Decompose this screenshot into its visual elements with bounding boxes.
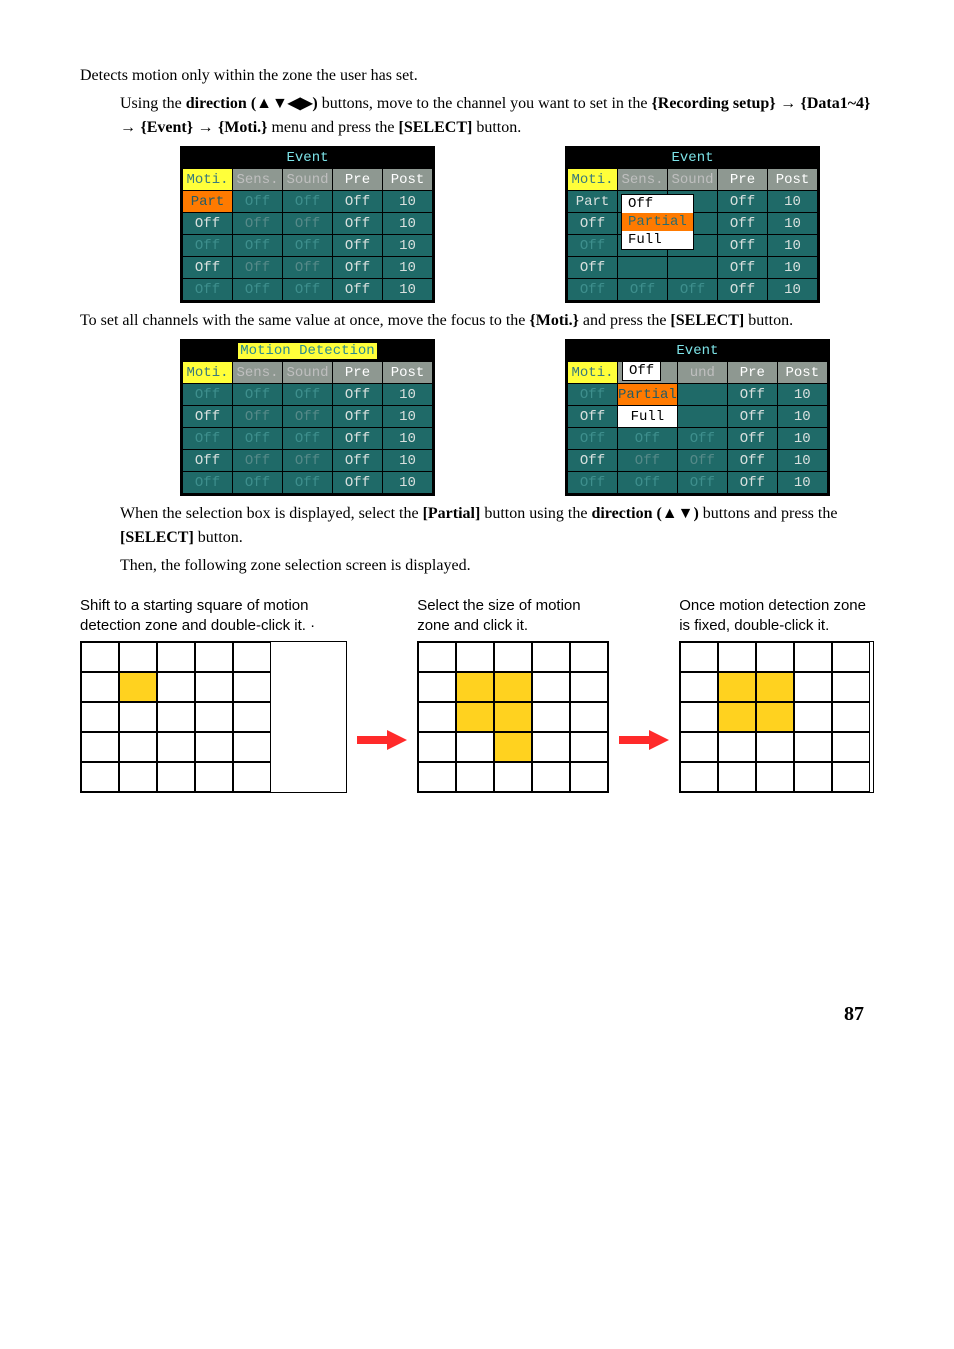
zone-caption-3: Once motion detection zone is fixed, dou… [679, 596, 874, 635]
zone-block-3: Once motion detection zone is fixed, dou… [679, 596, 874, 793]
event-table-right-2: Event Moti. und Pre Post OffPartialOff10… [565, 339, 830, 496]
col-post: Post [777, 362, 827, 384]
table-title: Event [567, 148, 818, 168]
cell: 10 [383, 191, 433, 213]
col-sound: Sound [668, 169, 718, 191]
cell: Off [183, 213, 233, 235]
col-sound: Sound [283, 169, 333, 191]
cell: Off [333, 235, 383, 257]
instruction-3: When the selection box is displayed, sel… [120, 502, 874, 550]
cell: 10 [383, 279, 433, 301]
cell: Off [333, 279, 383, 301]
arrow-right-icon [357, 728, 407, 752]
cell: Off [233, 213, 283, 235]
cell: Off [183, 279, 233, 301]
col-post: Post [383, 169, 433, 191]
page-number: 87 [80, 1003, 874, 1026]
popup-menu[interactable]: Off Partial Full [621, 194, 694, 250]
cell: Off [283, 235, 333, 257]
col-moti: Moti. [568, 169, 618, 191]
arrow-right-icon [619, 728, 669, 752]
instruction-1: Using the direction (▲▼◀▶) buttons, move… [120, 92, 874, 140]
col-post: Post [768, 169, 818, 191]
zone-block-1: Shift to a starting square of motion det… [80, 596, 347, 793]
cell: Off [183, 257, 233, 279]
cell: Off [283, 257, 333, 279]
motion-table: Motion Detection Moti. Sens. Sound Pre P… [180, 339, 435, 496]
zone-caption-1: Shift to a starting square of motion det… [80, 596, 347, 635]
cell: Off [233, 191, 283, 213]
popup-item-off[interactable]: Off [623, 362, 660, 380]
col-post: Post [383, 362, 433, 384]
table-title: Event [567, 341, 828, 361]
popup-item-off[interactable]: Off [622, 195, 693, 213]
cell: Off [233, 235, 283, 257]
col-sens: Sens. [618, 169, 668, 191]
zone-grid-2[interactable] [417, 641, 609, 793]
event-table-right-1: Event Moti. Sens. Sound Pre Post PartOff… [565, 146, 820, 303]
popup-item-full[interactable]: Full [622, 231, 693, 249]
col-pre: Pre [727, 362, 777, 384]
zone-caption-2: Select the size of motion zone and click… [417, 596, 609, 635]
table-title: Event [182, 148, 433, 168]
cell: Off [233, 257, 283, 279]
cell: 10 [383, 257, 433, 279]
zone-row: Shift to a starting square of motion det… [80, 596, 874, 793]
table-row-2: Motion Detection Moti. Sens. Sound Pre P… [180, 339, 874, 496]
popup-item-partial[interactable]: Partial [622, 213, 693, 231]
zone-grid-3[interactable] [679, 641, 874, 793]
cell: Off [333, 213, 383, 235]
cell: Off [333, 257, 383, 279]
cell: Off [283, 191, 333, 213]
instruction-2: To set all channels with the same value … [80, 309, 874, 333]
col-moti: Moti. [183, 169, 233, 191]
intro-text: Detects motion only within the zone the … [80, 64, 874, 88]
cell: Off [233, 279, 283, 301]
popup-menu-2[interactable]: Off [622, 361, 661, 381]
col-moti: Moti. [183, 362, 233, 384]
cell: Off [283, 213, 333, 235]
col-sens: Sens. [233, 169, 283, 191]
col-pre: Pre [718, 169, 768, 191]
col-pre: Pre [333, 169, 383, 191]
cell: Off [333, 191, 383, 213]
col-sens: Sens. [233, 362, 283, 384]
table-title: Motion Detection [182, 341, 433, 361]
zone-block-2: Select the size of motion zone and click… [417, 596, 609, 793]
cell: 10 [383, 213, 433, 235]
col-pre: Pre [333, 362, 383, 384]
col-moti: Moti. [568, 362, 618, 384]
zone-grid-1[interactable] [80, 641, 347, 793]
cell: Part [183, 191, 233, 213]
table-row-1: Event Moti. Sens. Sound Pre Post Part Of… [180, 146, 874, 303]
cell: 10 [383, 235, 433, 257]
cell: Off [283, 279, 333, 301]
cell: Off [183, 235, 233, 257]
event-table-left-1: Event Moti. Sens. Sound Pre Post Part Of… [180, 146, 435, 303]
col-und: und [677, 362, 727, 384]
instruction-4: Then, the following zone selection scree… [120, 554, 874, 578]
col-sound: Sound [283, 362, 333, 384]
